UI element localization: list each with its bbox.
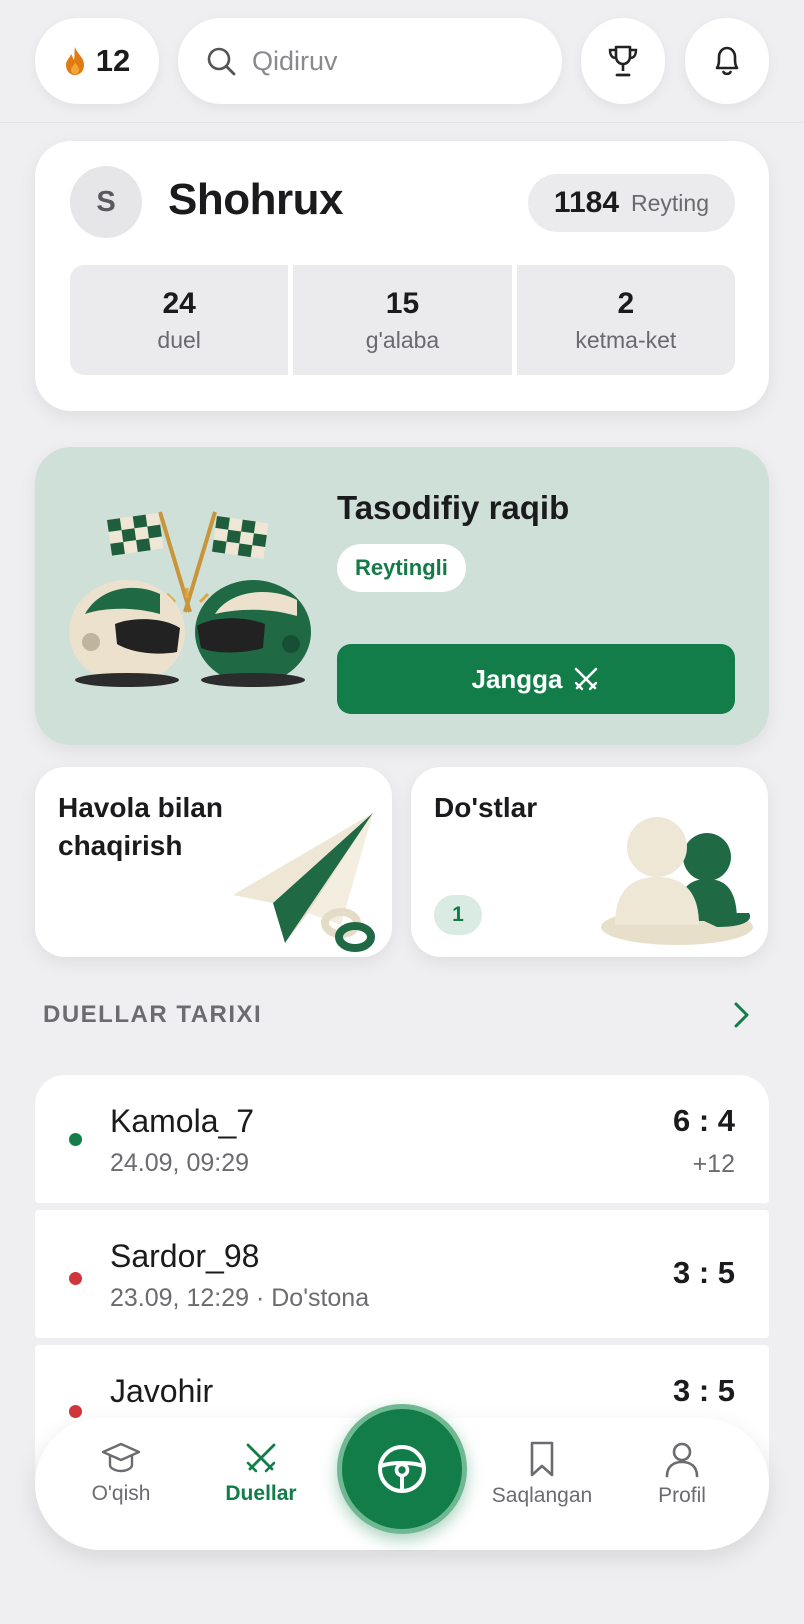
bell-icon (715, 46, 739, 76)
graduation-cap-icon (101, 1442, 141, 1473)
header-divider (0, 122, 804, 123)
stats-row: 24 duel 15 g'alaba 2 ketma-ket (70, 265, 735, 375)
start-duel-label: Jangga (471, 663, 563, 694)
profile-card[interactable]: S Shohrux 1184 Reyting 24 duel 15 g'alab… (35, 141, 769, 411)
user-icon (665, 1442, 699, 1478)
duel-history-item[interactable]: Kamola_7 24.09, 09:29 6 : 4 +12 (35, 1075, 769, 1203)
friends-count-badge: 1 (434, 895, 482, 935)
invite-link-tile[interactable]: Havola bilan chaqirish (35, 767, 392, 957)
duel-score: 3 : 5 (672, 1373, 735, 1408)
opponent-name: Sardor_98 (110, 1238, 260, 1274)
duel-history-header[interactable]: DUELLAR TARIXI (43, 995, 761, 1035)
paper-plane-icon (233, 813, 375, 952)
search-box[interactable] (178, 18, 562, 104)
nav-item-profile[interactable]: Profil (617, 1440, 747, 1508)
nav-label: O'qish (91, 1482, 151, 1505)
duel-meta: 24.09, 09:29 (110, 1149, 250, 1177)
nav-item-duels[interactable]: Duellar (196, 1440, 326, 1506)
flame-icon (65, 47, 84, 75)
steering-wheel-icon (378, 1445, 426, 1493)
stat-label: duel (157, 326, 201, 353)
result-dot (69, 1405, 82, 1418)
notifications-button[interactable] (685, 18, 769, 104)
duel-history-item[interactable]: Sardor_98 23.09, 12:29 · Do'stona 3 : 5 (35, 1210, 769, 1338)
stat-value: 15 (385, 286, 420, 320)
friends-icon (601, 817, 753, 945)
bookmark-icon (530, 1441, 554, 1477)
leaderboard-button[interactable] (581, 18, 665, 104)
duel-history-title: DUELLAR TARIXI (43, 1001, 263, 1028)
random-opponent-title: Tasodifiy raqib (337, 489, 570, 526)
stat-label: ketma-ket (575, 326, 677, 353)
opponent-name: Javohir (110, 1373, 214, 1409)
avatar[interactable]: S (70, 166, 142, 238)
random-opponent-card[interactable]: Tasodifiy raqib Reytingli Jangga (35, 447, 769, 745)
duel-score: 3 : 5 (672, 1255, 735, 1290)
username: Shohrux (168, 175, 343, 224)
nav-label: Duellar (225, 1482, 297, 1505)
duel-score: 6 : 4 (672, 1103, 735, 1138)
streak-count: 12 (95, 43, 131, 78)
stat-value: 2 (617, 286, 635, 320)
search-input[interactable] (252, 45, 512, 77)
result-dot (69, 1133, 82, 1146)
stat-value: 24 (162, 286, 196, 320)
mode-chip[interactable]: Reytingli (337, 544, 466, 592)
nav-label: Profil (658, 1484, 706, 1507)
rating-badge[interactable]: 1184 Reyting (527, 174, 735, 232)
nav-item-learn[interactable]: O'qish (56, 1440, 186, 1506)
stat-label: g'alaba (365, 326, 440, 353)
rating-label: Reyting (631, 189, 709, 216)
duel-meta: 23.09, 12:29 · Do'stona (110, 1284, 370, 1312)
streak-counter[interactable]: 12 (35, 18, 159, 104)
start-duel-button[interactable]: Jangga (337, 644, 735, 714)
friends-tile[interactable]: Do'stlar 1 (411, 767, 768, 957)
stat-duels: 24 duel (70, 265, 289, 375)
top-bar: 12 (35, 18, 769, 104)
play-center-button[interactable] (337, 1404, 467, 1534)
opponent-name: Kamola_7 (110, 1103, 255, 1139)
crossed-swords-icon (574, 667, 597, 691)
rating-value: 1184 (553, 186, 620, 219)
nav-item-saved[interactable]: Saqlangan (477, 1440, 607, 1508)
crossed-swords-icon (246, 1443, 276, 1473)
stat-streak: 2 ketma-ket (516, 265, 735, 375)
trophy-icon (608, 45, 638, 77)
rating-delta: +12 (692, 1150, 735, 1178)
chevron-right-icon[interactable] (721, 995, 761, 1035)
racing-helmets-illustration (69, 511, 311, 687)
nav-label: Saqlangan (491, 1484, 593, 1507)
stat-wins: 15 g'alaba (293, 265, 512, 375)
result-dot (69, 1272, 82, 1285)
search-icon (207, 47, 236, 76)
